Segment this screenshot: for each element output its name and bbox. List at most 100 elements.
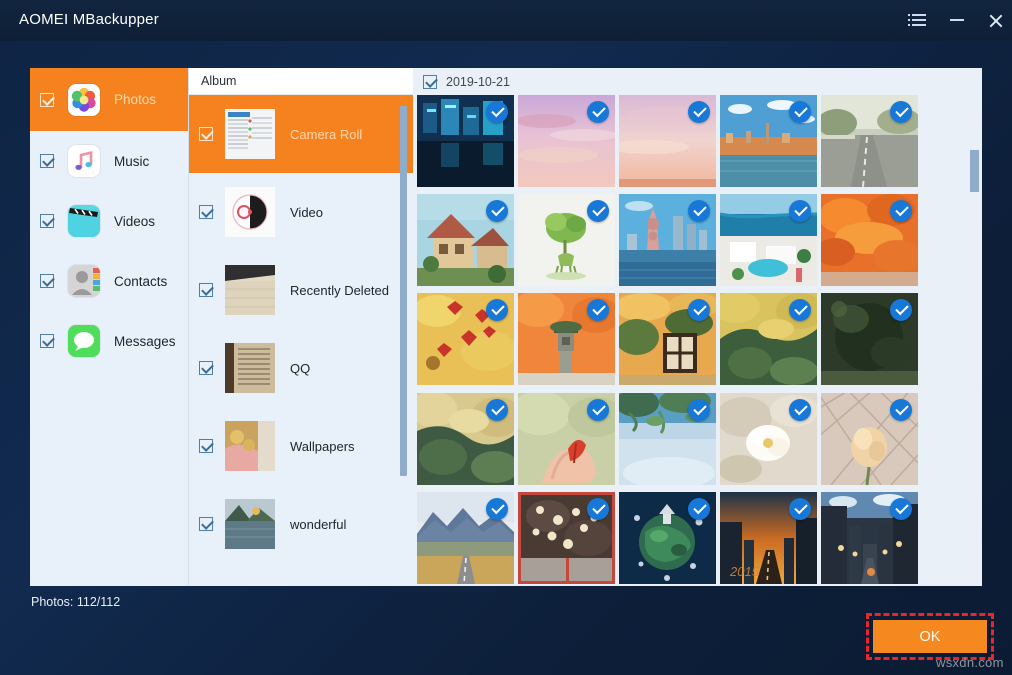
album-checkbox[interactable]: [199, 205, 213, 219]
floral-wallpaper-thumb-glyph: [225, 421, 275, 471]
photo-grid-scrollbar-thumb[interactable]: [970, 150, 979, 192]
photo-cell[interactable]: [821, 293, 918, 385]
album-item-label: Wallpapers: [290, 439, 355, 454]
landscape-thumb-glyph: [225, 499, 275, 549]
photo-cell[interactable]: [417, 293, 514, 385]
list-view-button[interactable]: [906, 8, 932, 32]
photo-check-icon[interactable]: [688, 101, 710, 123]
photo-grid-panel: 2019-10-21: [413, 68, 982, 586]
photo-cell[interactable]: [821, 393, 918, 485]
sidebar-item-photos[interactable]: Photos: [30, 68, 188, 131]
album-item-video[interactable]: Video: [189, 173, 414, 251]
album-scrollbar-track[interactable]: [400, 106, 407, 551]
photo-cell[interactable]: [417, 95, 514, 187]
photo-check-icon[interactable]: [688, 498, 710, 520]
photo-check-icon[interactable]: [890, 399, 912, 421]
photo-check-icon[interactable]: [789, 399, 811, 421]
photo-check-icon[interactable]: [587, 399, 609, 421]
videos-app-icon: [68, 205, 100, 237]
photo-cell[interactable]: [417, 393, 514, 485]
list-icon: [912, 14, 926, 26]
photo-cell[interactable]: [619, 293, 716, 385]
photo-cell[interactable]: [518, 492, 615, 584]
beige-surface-thumb-glyph: [225, 265, 275, 315]
music-checkbox[interactable]: [40, 154, 54, 168]
album-item-label: wonderful: [290, 517, 346, 532]
photo-grid-scrollbar-track[interactable]: [970, 102, 979, 577]
messages-checkbox[interactable]: [40, 334, 54, 348]
photo-cell[interactable]: [720, 293, 817, 385]
photo-cell[interactable]: [821, 95, 918, 187]
photo-check-icon[interactable]: [890, 101, 912, 123]
date-group-checkbox[interactable]: [423, 75, 437, 89]
photo-cell[interactable]: [518, 194, 615, 286]
album-checkbox[interactable]: [199, 127, 213, 141]
album-item-recently-deleted[interactable]: Recently Deleted: [189, 251, 414, 329]
photo-check-icon[interactable]: [890, 498, 912, 520]
sidebar-item-messages[interactable]: Messages: [30, 311, 188, 371]
sidebar-item-label: Videos: [114, 214, 155, 229]
album-checkbox[interactable]: [199, 439, 213, 453]
photo-cell[interactable]: [518, 95, 615, 187]
application-window: AOMEI MBackupper: [0, 0, 1012, 675]
photo-cell[interactable]: [720, 95, 817, 187]
photo-cell[interactable]: [619, 95, 716, 187]
close-button[interactable]: [982, 8, 1008, 32]
album-item-label: Camera Roll: [290, 127, 362, 142]
album-column-header: Album: [189, 68, 413, 95]
photo-cell[interactable]: [518, 293, 615, 385]
album-checkbox[interactable]: [199, 283, 213, 297]
watermark: wsxdn.com: [936, 655, 1004, 670]
photo-cell[interactable]: [720, 194, 817, 286]
photo-cell[interactable]: [417, 492, 514, 584]
app-title: AOMEI MBackupper: [19, 11, 159, 28]
old-book-thumb-glyph: [225, 343, 275, 393]
photos-checkbox[interactable]: [40, 93, 54, 107]
photo-check-icon[interactable]: [486, 399, 508, 421]
photo-check-icon[interactable]: [587, 101, 609, 123]
category-sidebar: Photos Music: [30, 68, 188, 586]
contacts-checkbox[interactable]: [40, 274, 54, 288]
photo-cell[interactable]: [619, 492, 716, 584]
photo-check-icon[interactable]: [789, 101, 811, 123]
minimize-button[interactable]: [944, 8, 970, 32]
photo-check-icon[interactable]: [486, 101, 508, 123]
photo-cell[interactable]: [821, 194, 918, 286]
sidebar-item-music[interactable]: Music: [30, 131, 188, 191]
photo-cell[interactable]: [619, 393, 716, 485]
sidebar-item-contacts[interactable]: Contacts: [30, 251, 188, 311]
photo-cell[interactable]: [821, 492, 918, 584]
album-list: Camera Roll Video: [189, 95, 414, 586]
album-checkbox[interactable]: [199, 517, 213, 531]
album-item-camera-roll[interactable]: Camera Roll: [189, 95, 414, 173]
photo-check-icon[interactable]: [688, 399, 710, 421]
music-app-icon: [68, 145, 100, 177]
photo-cell[interactable]: [720, 393, 817, 485]
close-icon: [988, 13, 1003, 28]
album-thumbnail: [225, 421, 275, 471]
photo-cell[interactable]: [619, 194, 716, 286]
sidebar-item-label: Messages: [114, 334, 176, 349]
photo-cell[interactable]: 2015: [720, 492, 817, 584]
title-bar: AOMEI MBackupper: [0, 0, 1012, 41]
ok-button[interactable]: OK: [873, 620, 987, 653]
message-bubble-glyph: [68, 325, 100, 357]
photo-check-icon[interactable]: [486, 498, 508, 520]
date-group-header[interactable]: 2019-10-21: [413, 68, 982, 95]
album-item-label: Recently Deleted: [290, 283, 389, 298]
photo-check-icon[interactable]: [587, 498, 609, 520]
photo-cell[interactable]: [518, 393, 615, 485]
sidebar-item-videos[interactable]: Videos: [30, 191, 188, 251]
album-scrollbar-thumb[interactable]: [400, 106, 407, 476]
album-checkbox[interactable]: [199, 361, 213, 375]
photo-check-icon[interactable]: [789, 498, 811, 520]
photo-cell[interactable]: [417, 194, 514, 286]
vinyl-record-thumb-glyph: [225, 187, 275, 237]
album-thumbnail: [225, 265, 275, 315]
videos-checkbox[interactable]: [40, 214, 54, 228]
album-item-wonderful[interactable]: wonderful: [189, 485, 414, 563]
ok-button-highlight: OK: [866, 613, 994, 660]
sidebar-item-label: Photos: [114, 92, 156, 107]
album-item-wallpapers[interactable]: Wallpapers: [189, 407, 414, 485]
album-item-qq[interactable]: QQ: [189, 329, 414, 407]
